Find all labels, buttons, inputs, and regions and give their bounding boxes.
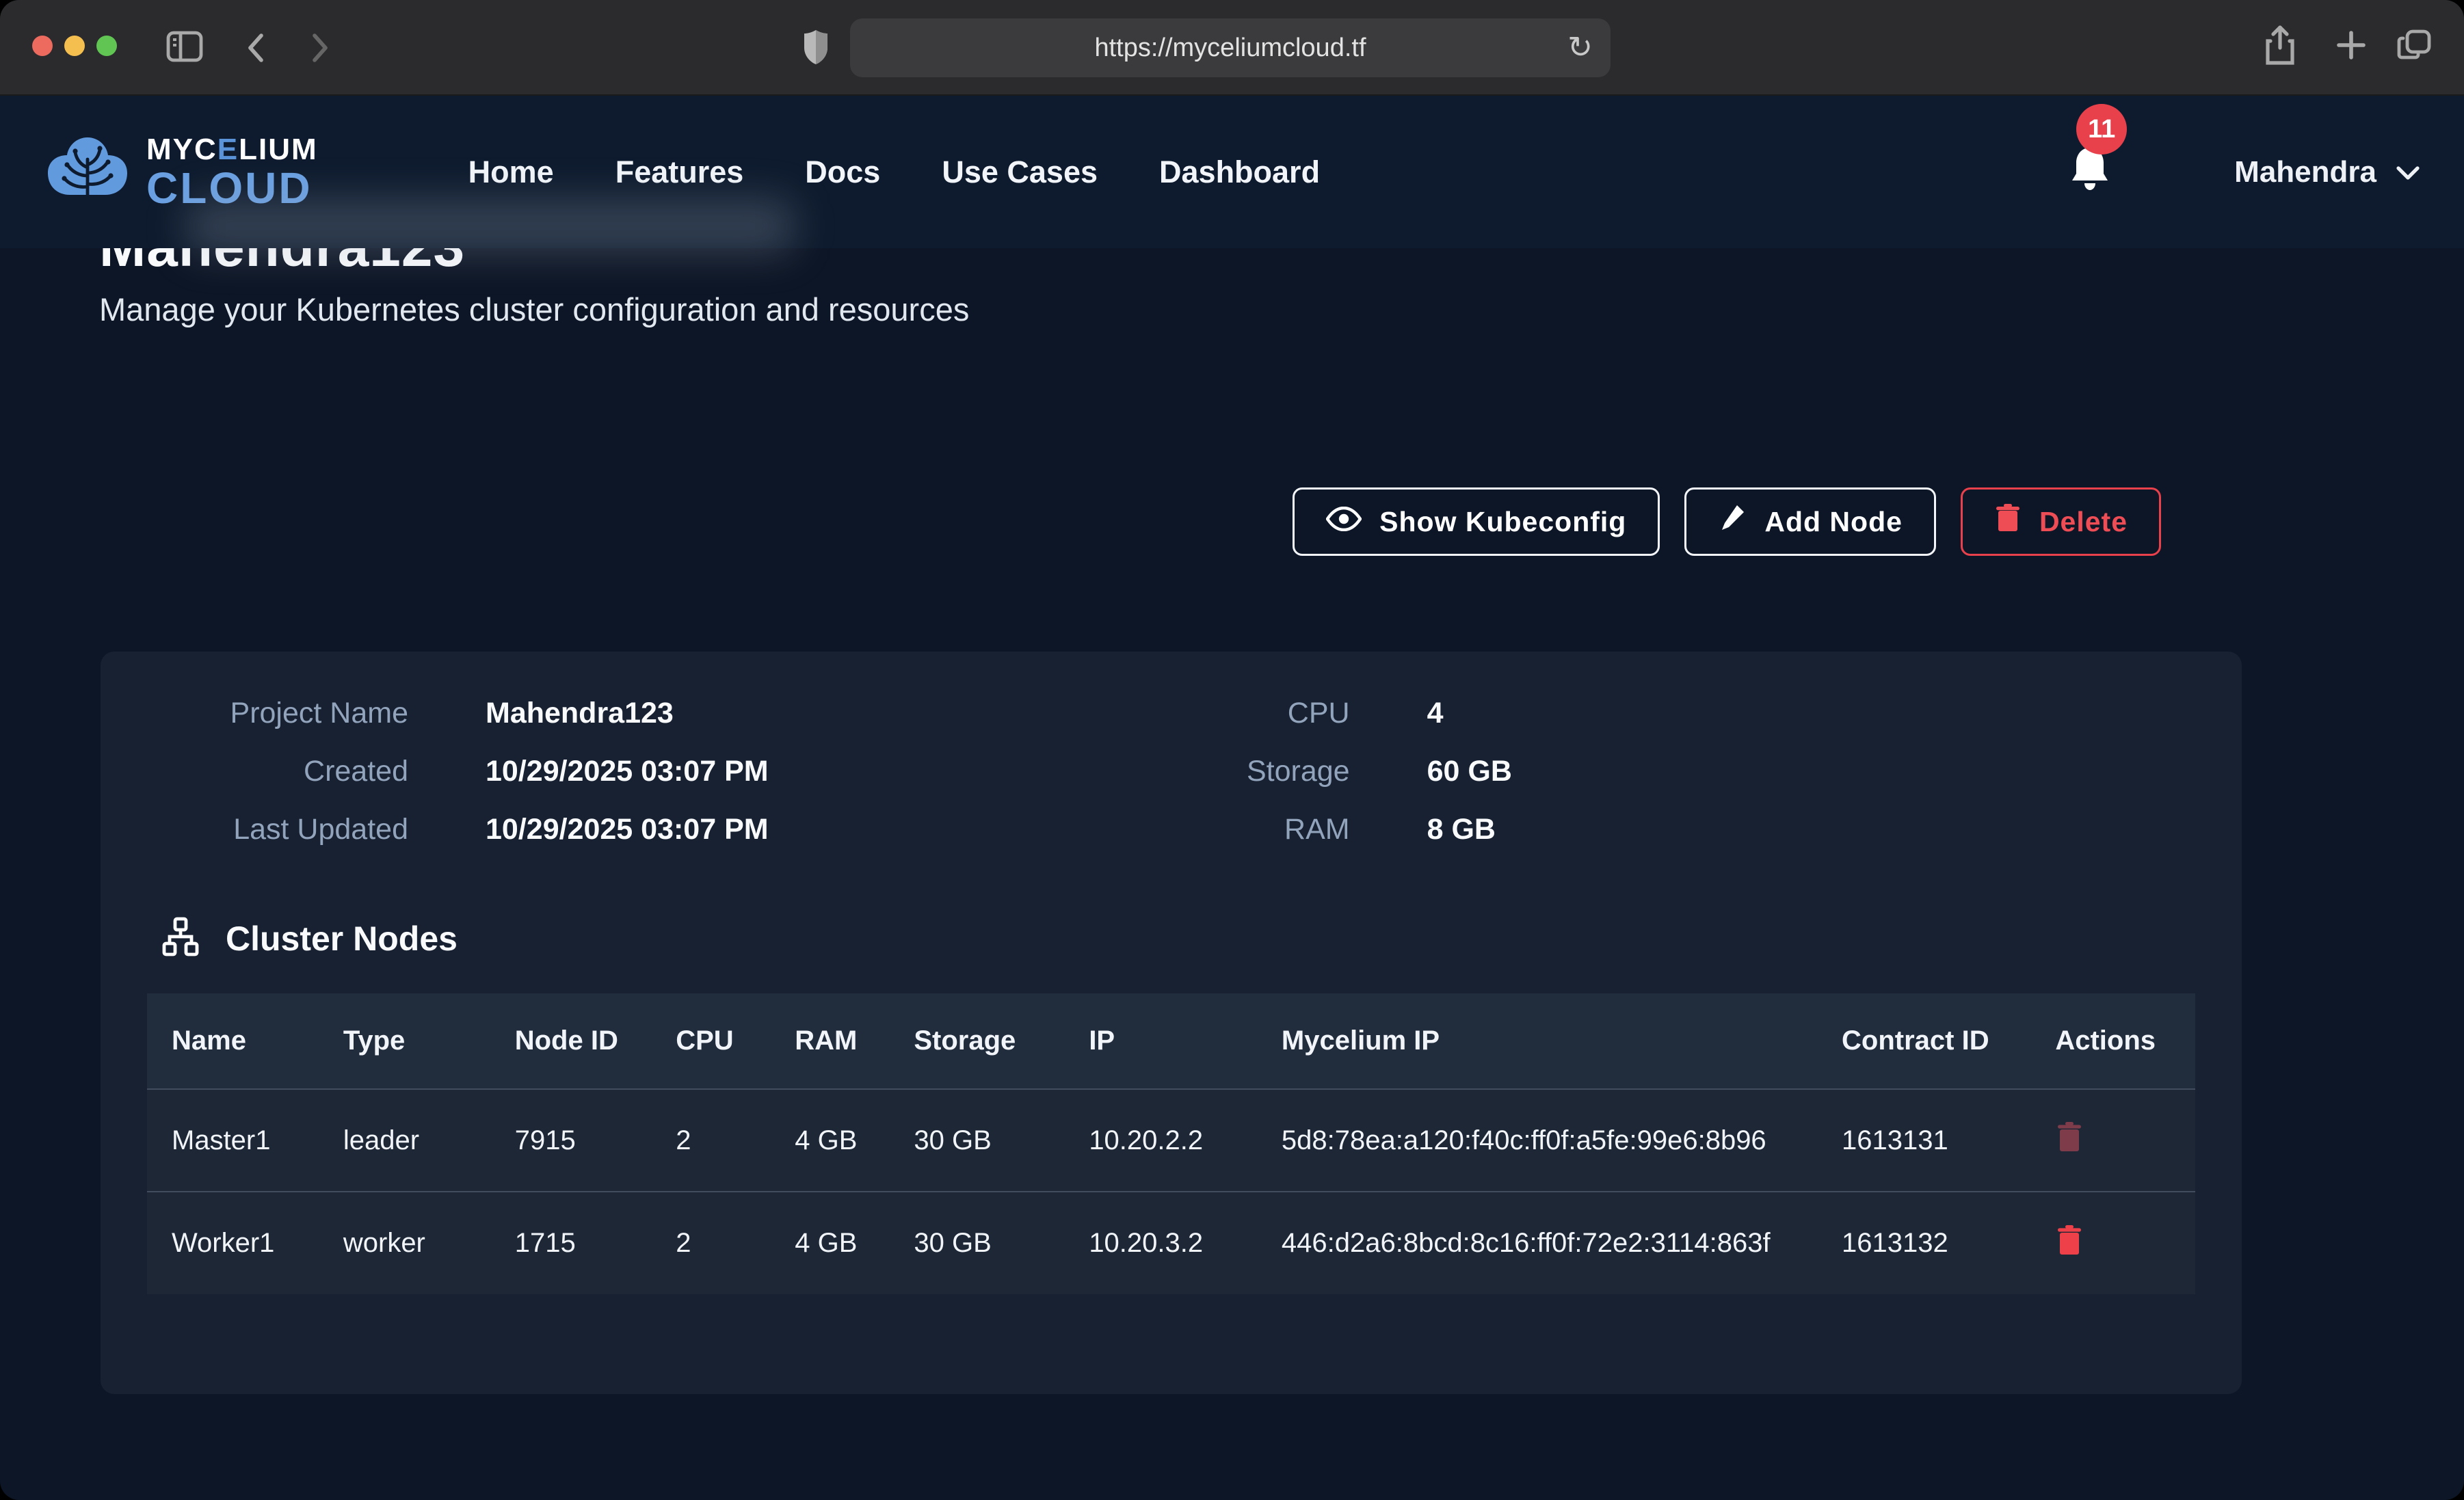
col-header-name: Name bbox=[147, 993, 319, 1089]
cell-type: leader bbox=[319, 1089, 490, 1192]
navbar-right: 11 Mahendra bbox=[2065, 144, 2422, 200]
nav-link-docs[interactable]: Docs bbox=[805, 155, 880, 190]
show-kubeconfig-button[interactable]: Show Kubeconfig bbox=[1293, 487, 1660, 556]
detail-value: 60 GB bbox=[1427, 755, 1512, 788]
cell-cpu: 2 bbox=[651, 1089, 770, 1192]
col-header-actions: Actions bbox=[2030, 993, 2195, 1089]
col-header-contract-id: Contract ID bbox=[1817, 993, 2030, 1089]
detail-label: Last Updated bbox=[101, 813, 408, 846]
cloud-logo-icon bbox=[42, 132, 133, 212]
cluster-details-card: Project Name Mahendra123 Created 10/29/202… bbox=[101, 652, 2242, 1394]
details-left: Project Name Mahendra123 Created 10/29/202… bbox=[101, 697, 769, 871]
nav-link-use-cases[interactable]: Use Cases bbox=[942, 155, 1098, 190]
detail-label: Created bbox=[101, 755, 408, 788]
nav-link-features[interactable]: Features bbox=[615, 155, 744, 190]
detail-value: 10/29/2025 03:07 PM bbox=[486, 813, 769, 846]
chevron-down-icon bbox=[2394, 155, 2422, 189]
nav-links: Home Features Docs Use Cases Dashboard bbox=[468, 155, 1320, 190]
cluster-nodes-table: Name Type Node ID CPU RAM Storage IP Myc… bbox=[147, 993, 2195, 1294]
cell-type: worker bbox=[319, 1192, 490, 1294]
pencil-icon bbox=[1718, 503, 1747, 541]
cell-contract-id: 1613131 bbox=[1817, 1089, 2030, 1192]
cell-storage: 30 GB bbox=[889, 1192, 1064, 1294]
trash-icon bbox=[1994, 503, 2022, 541]
detail-label: CPU bbox=[1111, 697, 1350, 730]
reload-icon[interactable]: ↻ bbox=[1567, 30, 1593, 65]
browser-window: https://myceliumcloud.tf ↻ bbox=[0, 0, 2464, 1500]
col-header-node-id: Node ID bbox=[490, 993, 652, 1089]
cell-cpu: 2 bbox=[651, 1192, 770, 1294]
cell-mycelium-ip: 446:d2a6:8bcd:8c16:ff0f:72e2:3114:863f bbox=[1257, 1192, 1817, 1294]
cell-ram: 4 GB bbox=[770, 1192, 889, 1294]
cell-node-id: 7915 bbox=[490, 1089, 652, 1192]
cell-mycelium-ip: 5d8:78ea:a120:f40c:ff0f:a5fe:99e6:8b96 bbox=[1257, 1089, 1817, 1192]
cell-ip: 10.20.3.2 bbox=[1064, 1192, 1257, 1294]
col-header-ram: RAM bbox=[770, 993, 889, 1089]
cluster-actions: Show Kubeconfig Add Node Delete bbox=[1293, 487, 2161, 556]
minimize-window-button[interactable] bbox=[64, 36, 85, 56]
notification-badge: 11 bbox=[2076, 104, 2127, 155]
cell-storage: 30 GB bbox=[889, 1089, 1064, 1192]
new-tab-icon[interactable] bbox=[2333, 27, 2369, 63]
nav-link-dashboard[interactable]: Dashboard bbox=[1159, 155, 1320, 190]
blurred-region bbox=[186, 198, 795, 254]
share-icon[interactable] bbox=[2262, 25, 2298, 67]
zoom-window-button[interactable] bbox=[96, 36, 117, 56]
col-header-type: Type bbox=[319, 993, 490, 1089]
detail-value: 8 GB bbox=[1427, 813, 1496, 846]
user-menu[interactable]: Mahendra bbox=[2234, 155, 2422, 189]
delete-node-icon[interactable] bbox=[2055, 1129, 2084, 1160]
detail-label: Project Name bbox=[101, 697, 408, 730]
cell-node-id: 1715 bbox=[490, 1192, 652, 1294]
details-grid: Project Name Mahendra123 Created 10/29/202… bbox=[101, 652, 2242, 871]
cell-contract-id: 1613132 bbox=[1817, 1192, 2030, 1294]
table-row: Master1 leader 7915 2 4 GB 30 GB 10.20.2… bbox=[147, 1089, 2195, 1192]
cell-ram: 4 GB bbox=[770, 1089, 889, 1192]
detail-value: 10/29/2025 03:07 PM bbox=[486, 755, 769, 788]
delete-cluster-button[interactable]: Delete bbox=[1961, 487, 2161, 556]
url-text: https://myceliumcloud.tf bbox=[1094, 34, 1366, 63]
page-content: Mahendra123 Manage your Kubernetes clust… bbox=[0, 248, 2464, 1500]
details-right: CPU 4 Storage 60 GB RAM 8 GB bbox=[1111, 697, 1512, 871]
browser-toolbar: https://myceliumcloud.tf ↻ bbox=[0, 0, 2464, 96]
close-window-button[interactable] bbox=[32, 36, 53, 56]
back-icon[interactable] bbox=[241, 30, 274, 66]
col-header-storage: Storage bbox=[889, 993, 1064, 1089]
tab-overview-icon[interactable] bbox=[2395, 27, 2433, 63]
col-header-cpu: CPU bbox=[651, 993, 770, 1089]
privacy-shield-icon[interactable] bbox=[799, 27, 833, 67]
table-header-row: Name Type Node ID CPU RAM Storage IP Myc… bbox=[147, 993, 2195, 1089]
notifications-button[interactable]: 11 bbox=[2065, 144, 2115, 200]
eye-icon bbox=[1326, 506, 1362, 538]
detail-label: RAM bbox=[1111, 813, 1350, 846]
forward-icon[interactable] bbox=[302, 30, 335, 66]
cell-ip: 10.20.2.2 bbox=[1064, 1089, 1257, 1192]
detail-label: Storage bbox=[1111, 755, 1350, 788]
brand-line1: MYCELIUM bbox=[146, 135, 318, 165]
network-icon bbox=[159, 915, 202, 962]
page-subtitle: Manage your Kubernetes cluster configura… bbox=[99, 291, 969, 328]
col-header-ip: IP bbox=[1064, 993, 1257, 1089]
detail-value: Mahendra123 bbox=[486, 697, 674, 730]
nav-link-home[interactable]: Home bbox=[468, 155, 554, 190]
cell-name: Worker1 bbox=[147, 1192, 319, 1294]
traffic-lights bbox=[32, 36, 117, 56]
user-name: Mahendra bbox=[2234, 155, 2376, 189]
sidebar-toggle-icon[interactable] bbox=[165, 29, 204, 64]
cell-name: Master1 bbox=[147, 1089, 319, 1192]
delete-node-icon[interactable] bbox=[2055, 1233, 2084, 1263]
add-node-button[interactable]: Add Node bbox=[1684, 487, 1936, 556]
detail-value: 4 bbox=[1427, 697, 1444, 730]
table-row: Worker1 worker 1715 2 4 GB 30 GB 10.20.3… bbox=[147, 1192, 2195, 1294]
bell-icon bbox=[2065, 188, 2115, 200]
address-bar[interactable]: https://myceliumcloud.tf ↻ bbox=[850, 18, 1611, 77]
cluster-nodes-heading: Cluster Nodes bbox=[159, 915, 2242, 962]
col-header-mycelium-ip: Mycelium IP bbox=[1257, 993, 1817, 1089]
